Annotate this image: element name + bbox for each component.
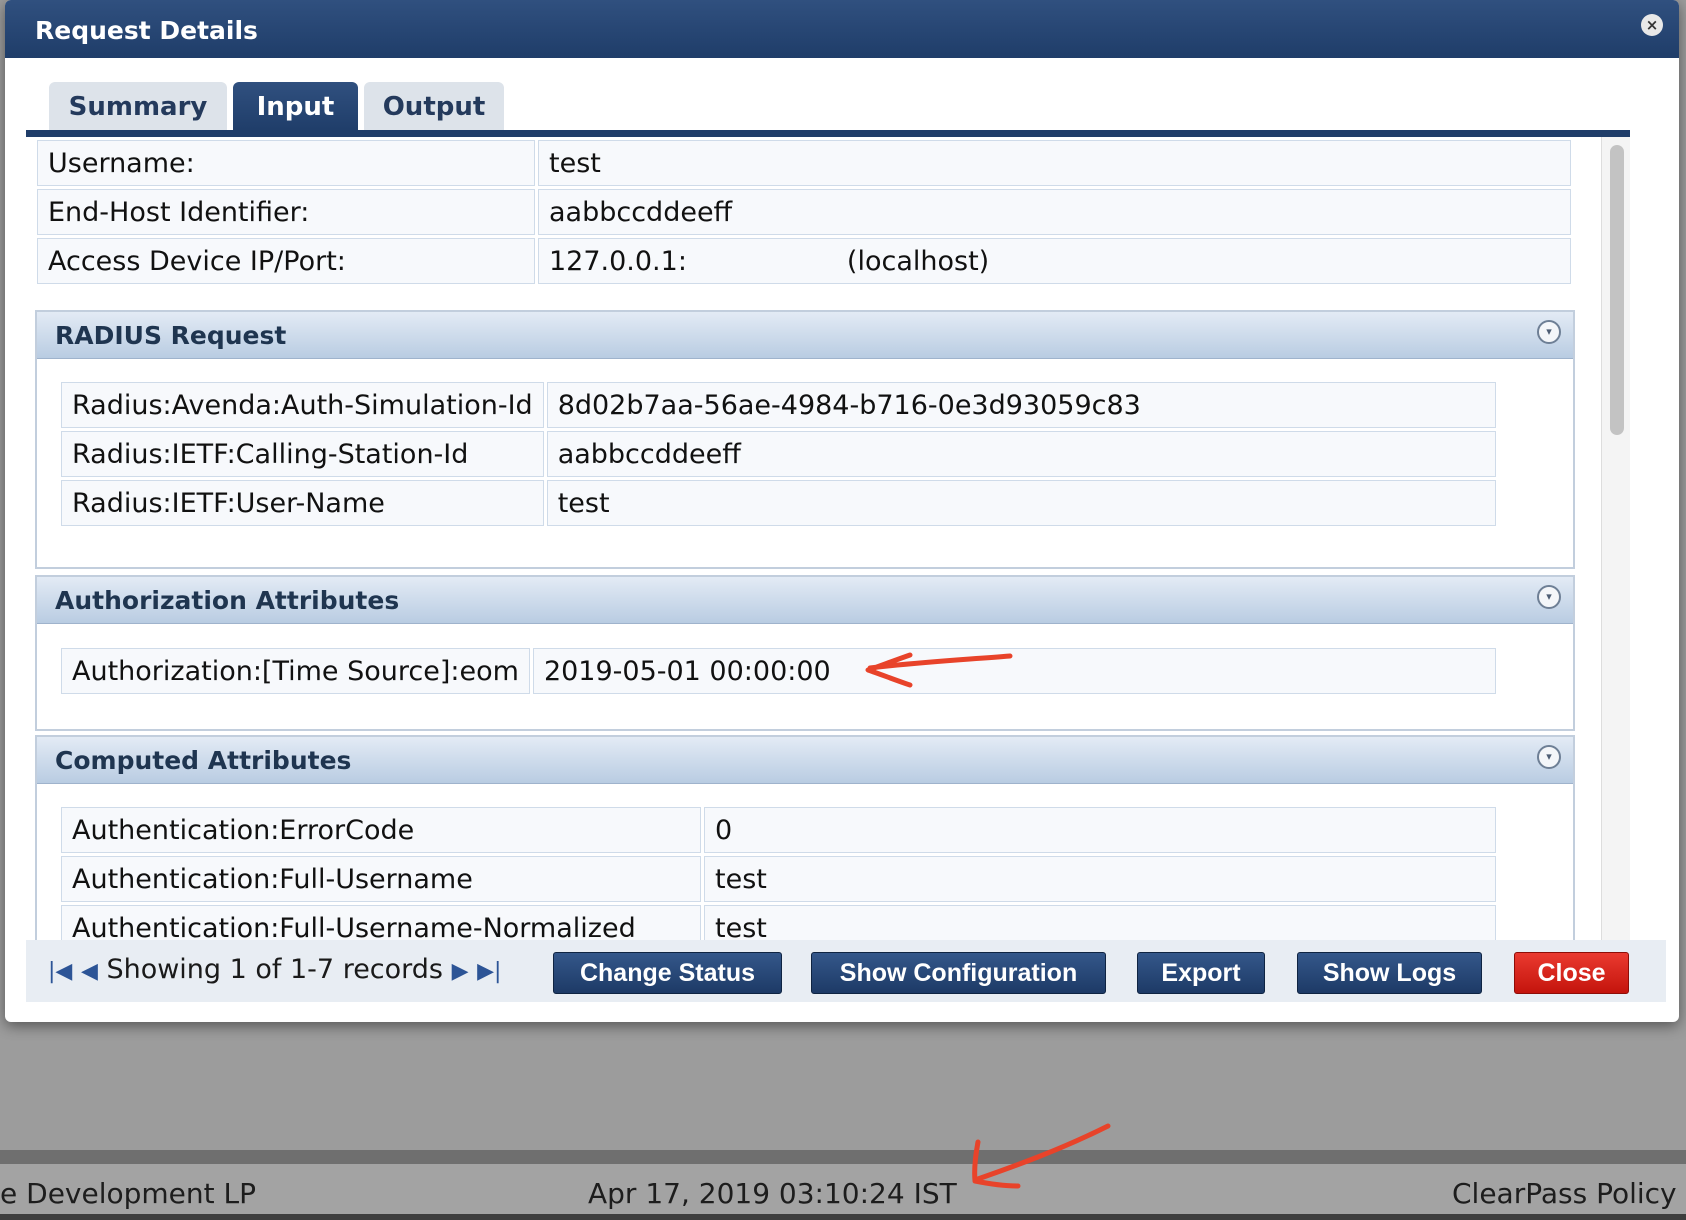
red-arrow-annotation <box>865 652 1111 1189</box>
arrow-to-eom-value <box>865 652 1013 688</box>
arrow-to-timestamp <box>972 1123 1111 1189</box>
